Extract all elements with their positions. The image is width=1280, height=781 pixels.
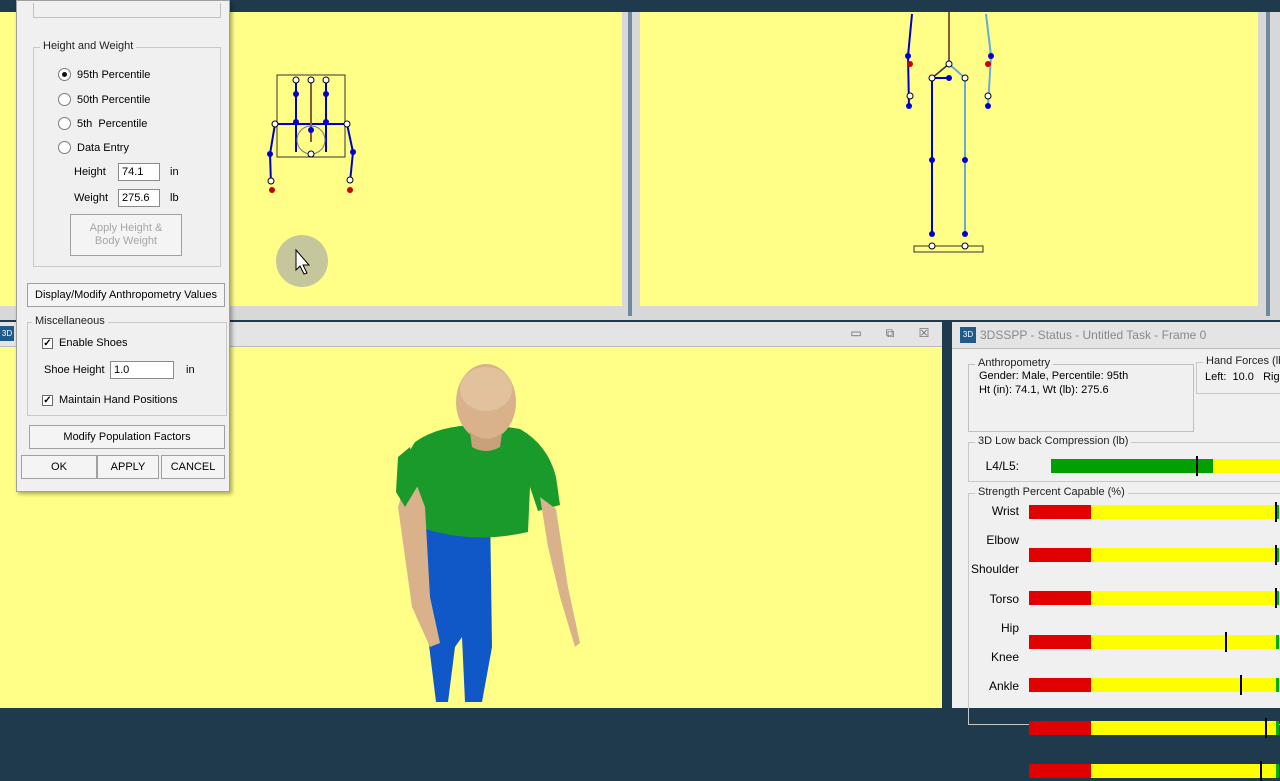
anthropometry-legend: Anthropometry bbox=[975, 357, 1054, 369]
cancel-button[interactable]: CANCEL bbox=[161, 455, 225, 479]
strength-marker-knee bbox=[1264, 718, 1267, 738]
height-field[interactable]: 74.1 bbox=[118, 163, 160, 181]
strength-marker-ankle bbox=[1259, 761, 1262, 781]
shoe-height-unit: in bbox=[186, 364, 195, 376]
dialog-top-control bbox=[33, 3, 221, 18]
maximize-icon[interactable]: ⧉ bbox=[880, 326, 900, 341]
ok-button[interactable]: OK bbox=[21, 455, 97, 479]
apply-button[interactable]: APPLY bbox=[97, 455, 159, 479]
strength-bar-red-zone bbox=[1029, 764, 1091, 779]
anthropometry-dialog: Height and Weight 95th Percentile 50th P… bbox=[16, 0, 230, 492]
radio-50th-label: 50th Percentile bbox=[77, 93, 151, 106]
top-right-skeleton bbox=[905, 12, 994, 253]
maintain-hand-positions-checkbox[interactable]: ✓ Maintain Hand Positions bbox=[42, 394, 178, 406]
strength-bar-red-zone bbox=[1029, 721, 1091, 735]
hand-forces-left: Left: 10.0 Rig bbox=[1205, 371, 1280, 383]
strength-label-elbow: Elbow bbox=[986, 533, 1019, 548]
l4l5-marker bbox=[1196, 456, 1199, 476]
strength-bar-red-zone bbox=[1029, 591, 1091, 606]
shoe-height-label: Shoe Height bbox=[44, 364, 105, 376]
radio-data-dot[interactable] bbox=[58, 141, 71, 154]
height-label: Height bbox=[74, 166, 106, 178]
radio-5th-label: 5th Percentile bbox=[77, 117, 148, 130]
strength-label-shoulder: Shoulder bbox=[971, 562, 1020, 577]
strength-bar-green-edge bbox=[1276, 634, 1279, 649]
strength-label-torso: Torso bbox=[989, 591, 1019, 606]
strength-bar-red-zone bbox=[1029, 548, 1091, 563]
strength-bar-shoulder bbox=[1029, 588, 1279, 609]
strength-marker-elbow bbox=[1274, 545, 1277, 566]
status-window: 3D 3DSSPP - Status - Untitled Task - Fra… bbox=[952, 322, 1280, 781]
anthropometry-group: Anthropometry Gender: Male, Percentile: … bbox=[968, 357, 1194, 432]
radio-95th-dot[interactable] bbox=[58, 68, 71, 81]
strength-bar-green-edge bbox=[1276, 721, 1279, 735]
strength-bar-torso bbox=[1029, 631, 1279, 652]
radio-5th[interactable]: 5th Percentile bbox=[58, 117, 147, 130]
minimize-icon[interactable]: ▭ bbox=[846, 326, 866, 340]
strength-bar-hip bbox=[1029, 674, 1279, 695]
gender-line: Gender: Male, Percentile: 95th bbox=[979, 370, 1129, 382]
view-divider bbox=[628, 12, 632, 316]
strength-bar-green-edge bbox=[1276, 764, 1279, 779]
top-view-right[interactable] bbox=[640, 12, 1258, 306]
radio-data-label: Data Entry bbox=[77, 141, 129, 154]
radio-data-entry[interactable]: Data Entry bbox=[58, 141, 129, 154]
radio-50th-dot[interactable] bbox=[58, 93, 71, 106]
maintain-hand-label: Maintain Hand Positions bbox=[59, 394, 178, 406]
strength-rows: Wrist Elbow Shoulder Torso Hip Knee Ankle bbox=[969, 494, 1280, 781]
strength-group: Strength Percent Capable (%) Wrist Elbow S… bbox=[968, 486, 1280, 781]
ht-wt-line: Ht (in): 74.1, Wt (lb): 275.6 bbox=[979, 384, 1109, 396]
apply-height-weight-button[interactable]: Apply Height & Body Weight bbox=[70, 214, 182, 256]
strength-bar-red-zone bbox=[1029, 634, 1091, 649]
status-titlebar: 3D 3DSSPP - Status - Untitled Task - Fra… bbox=[952, 322, 1280, 349]
strength-label-ankle: Ankle bbox=[988, 679, 1019, 694]
strength-legend: Strength Percent Capable (%) bbox=[975, 486, 1128, 498]
l4l5-green-fill bbox=[1051, 459, 1214, 473]
strength-bar-red-zone bbox=[1029, 677, 1091, 692]
display-modify-anthropometry-button[interactable]: Display/Modify Anthropometry Values bbox=[27, 283, 225, 307]
strength-bar-wrist bbox=[1029, 502, 1279, 522]
l4l5-bar bbox=[1051, 456, 1280, 476]
strength-bar-elbow bbox=[1029, 545, 1279, 566]
weight-unit: lb bbox=[170, 192, 179, 204]
strength-bar-red-zone bbox=[1029, 505, 1091, 519]
miscellaneous-legend: Miscellaneous bbox=[32, 315, 108, 327]
enable-shoes-checkbox[interactable]: ✓ Enable Shoes bbox=[42, 337, 128, 349]
weight-label: Weight bbox=[74, 192, 109, 204]
height-unit: in bbox=[170, 166, 179, 178]
miscellaneous-group: Miscellaneous ✓ Enable Shoes Shoe Height … bbox=[27, 315, 227, 416]
strength-label-hip: Hip bbox=[1000, 620, 1019, 635]
strength-bar-green-edge bbox=[1276, 677, 1279, 692]
radio-95th[interactable]: 95th Percentile bbox=[58, 68, 150, 81]
hand-forces-group: Hand Forces (lb Left: 10.0 Rig bbox=[1196, 355, 1280, 394]
height-weight-group: Height and Weight 95th Percentile 50th P… bbox=[33, 40, 221, 267]
height-weight-legend: Height and Weight bbox=[40, 40, 137, 52]
strength-bar-ankle bbox=[1029, 761, 1279, 781]
strength-marker-wrist bbox=[1274, 502, 1277, 522]
weight-field[interactable]: 275.6 bbox=[118, 189, 160, 207]
shoe-height-field[interactable]: 1.0 bbox=[110, 361, 174, 379]
l4l5-label: L4/L5: bbox=[985, 459, 1019, 473]
main-view-app-icon: 3D bbox=[0, 326, 14, 341]
radio-50th[interactable]: 50th Percentile bbox=[58, 93, 150, 106]
lowback-legend: 3D Low back Compression (lb) bbox=[975, 435, 1132, 447]
status-app-icon: 3D bbox=[960, 327, 976, 343]
enable-shoes-check[interactable]: ✓ bbox=[42, 337, 53, 349]
radio-95th-label: 95th Percentile bbox=[77, 68, 151, 81]
strength-bar-knee bbox=[1029, 718, 1279, 738]
enable-shoes-label: Enable Shoes bbox=[59, 337, 128, 349]
strength-marker-shoulder bbox=[1274, 588, 1277, 609]
lowback-group: 3D Low back Compression (lb) L4/L5: bbox=[968, 435, 1280, 482]
strength-label-knee: Knee bbox=[990, 650, 1019, 664]
modify-population-factors-button[interactable]: Modify Population Factors bbox=[29, 425, 225, 449]
hand-forces-legend: Hand Forces (lb bbox=[1203, 355, 1280, 367]
status-title: 3DSSPP - Status - Untitled Task - Frame … bbox=[980, 328, 1207, 342]
right-edge-divider bbox=[1266, 12, 1270, 316]
radio-5th-dot[interactable] bbox=[58, 117, 71, 130]
strength-label-wrist: Wrist bbox=[991, 504, 1019, 518]
close-icon[interactable]: ☒ bbox=[914, 326, 934, 340]
maintain-hand-check[interactable]: ✓ bbox=[42, 394, 53, 406]
strength-marker-torso bbox=[1224, 631, 1227, 652]
strength-marker-hip bbox=[1239, 674, 1242, 695]
